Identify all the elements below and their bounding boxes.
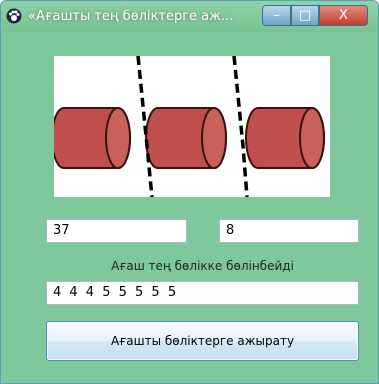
app-window: «Ағашты тең бөліктерге аж... – □ X 37 8 … <box>0 0 379 384</box>
title-bar[interactable]: «Ағашты тең бөліктерге аж... – □ X <box>1 1 378 32</box>
minimize-button[interactable]: – <box>262 5 291 26</box>
maximize-button[interactable]: □ <box>291 5 319 26</box>
status-message: Ағаш тең бөлікке бөлінбейді <box>111 259 294 273</box>
close-icon: X <box>339 8 348 23</box>
log-picture <box>51 55 330 198</box>
split-log-button[interactable]: Ағашты бөліктерге ажырату <box>46 321 359 361</box>
window-title: «Ағашты тең бөліктерге аж... <box>28 9 234 24</box>
log-cutting-diagram <box>51 55 325 198</box>
cut-line-2 <box>232 55 249 198</box>
log-2 <box>145 107 227 169</box>
log-1 <box>51 107 131 169</box>
result-field[interactable]: 4 4 4 5 5 5 5 5 <box>46 281 359 305</box>
minimize-icon: – <box>273 8 280 23</box>
log-3 <box>245 107 325 169</box>
paw-icon <box>6 8 22 24</box>
maximize-icon: □ <box>298 8 312 23</box>
close-button[interactable]: X <box>319 5 368 26</box>
log-length-input[interactable]: 37 <box>46 219 187 243</box>
parts-count-input[interactable]: 8 <box>219 219 359 243</box>
